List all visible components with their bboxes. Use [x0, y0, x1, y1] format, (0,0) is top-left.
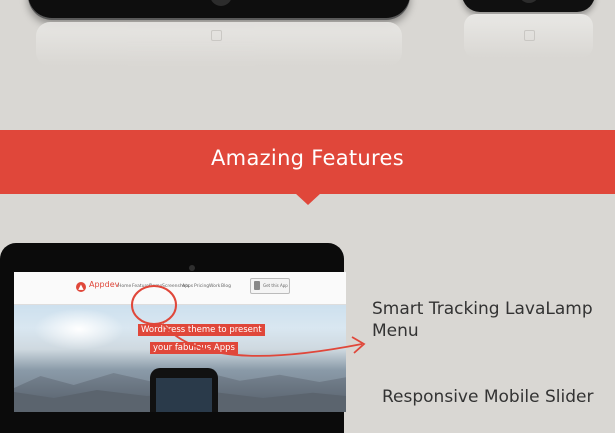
- feature-1: Smart Tracking LavaLamp Menu: [372, 298, 593, 342]
- highlight-circle: [131, 285, 177, 325]
- arrow-icon: [162, 323, 363, 357]
- feature-1-line2: Menu: [372, 321, 419, 341]
- feature-2: Responsive Mobile Slider: [382, 387, 594, 407]
- feature-1-line1: Smart Tracking LavaLamp: [372, 299, 593, 319]
